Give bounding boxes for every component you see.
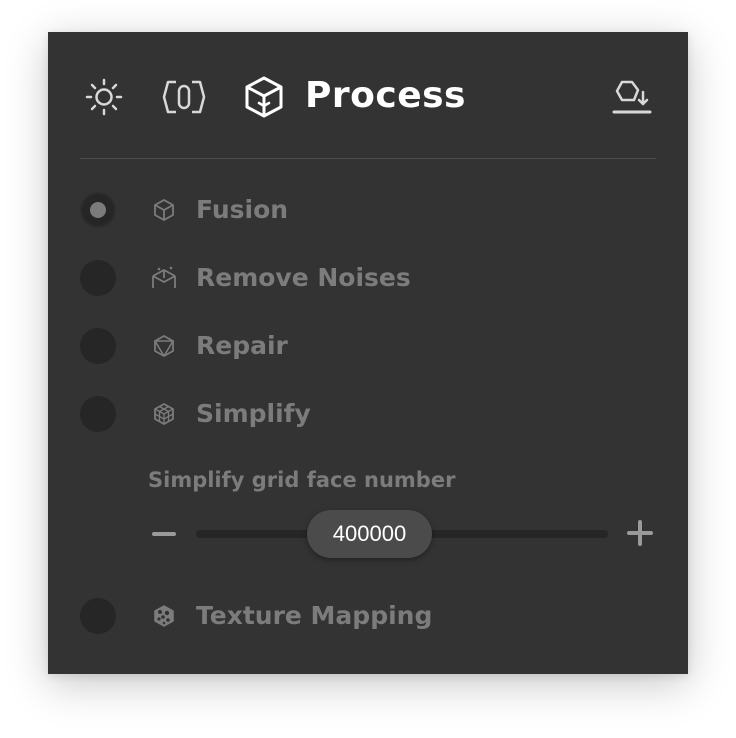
plus-icon-v [638, 520, 642, 546]
increment-button[interactable] [627, 520, 653, 546]
radio-fusion[interactable] [80, 192, 116, 228]
simplify-mesh-icon [154, 403, 174, 425]
process-panel [48, 32, 688, 674]
face-number-slider-thumb[interactable]: 400000 [307, 510, 432, 558]
scan-mode-icon[interactable] [162, 78, 206, 116]
step-label-remove-noises[interactable]: Remove Noises [196, 262, 411, 294]
step-label-fusion[interactable]: Fusion [196, 194, 288, 226]
repair-cube-icon [154, 335, 174, 357]
simplify-param-label: Simplify grid face number [148, 468, 456, 492]
fusion-cube-icon [154, 199, 174, 221]
radio-simplify[interactable] [80, 396, 116, 432]
radio-texture-mapping[interactable] [80, 598, 116, 634]
texture-mapping-icon [154, 605, 174, 627]
step-label-repair[interactable]: Repair [196, 330, 288, 362]
export-model-icon[interactable] [612, 78, 652, 116]
header-divider [80, 158, 656, 159]
radio-selected-dot [90, 202, 106, 218]
step-label-texture-mapping[interactable]: Texture Mapping [196, 600, 432, 632]
process-cube-icon[interactable] [243, 75, 285, 119]
page-title: Process [305, 75, 466, 116]
radio-repair[interactable] [80, 328, 116, 364]
radio-remove-noises[interactable] [80, 260, 116, 296]
brightness-icon[interactable] [82, 75, 126, 119]
decrement-button[interactable] [152, 532, 176, 536]
step-label-simplify[interactable]: Simplify [196, 398, 311, 430]
remove-noises-icon [152, 266, 176, 288]
